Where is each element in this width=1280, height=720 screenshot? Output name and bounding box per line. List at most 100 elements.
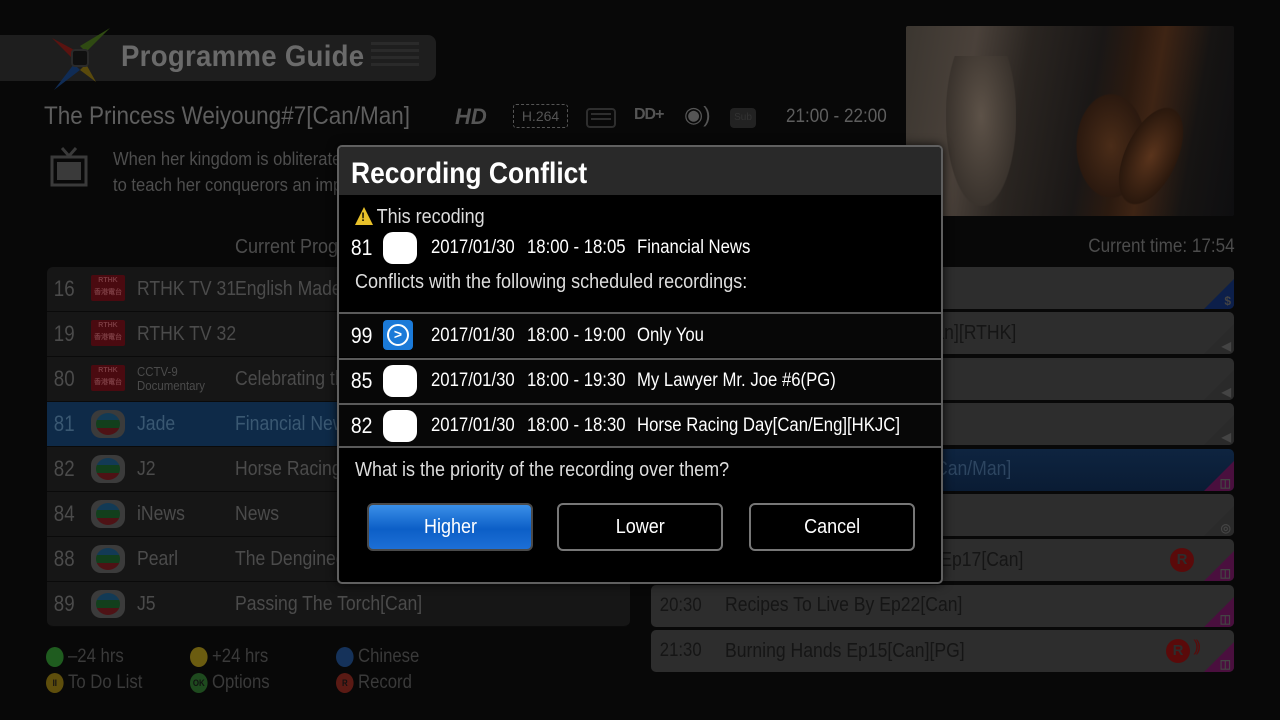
current-time-label: Current time: <box>1088 236 1188 257</box>
hd-badge: HD <box>455 104 487 129</box>
channel-logo <box>91 500 125 528</box>
app-title: Programme Guide <box>121 40 365 73</box>
series-record-icon: R <box>1166 639 1190 664</box>
conflict-row: 99 >2017/01/30 18:00 - 19:00 Only You <box>339 312 941 357</box>
legend-label: To Do List <box>68 672 143 693</box>
rthk-logo-icon: RTHK 香港電台 <box>91 320 125 346</box>
recording-title: Only You <box>637 324 704 346</box>
recording-date: 2017/01/30 <box>431 236 515 258</box>
tvb-logo-icon <box>383 409 417 442</box>
app-logo-icon <box>52 28 110 90</box>
channel-99-logo-icon: > <box>383 319 413 350</box>
this-recording-row: 81 2017/01/30 18:00 - 18:05 Financial Ne… <box>339 225 927 270</box>
higher-button[interactable]: Higher <box>367 503 533 551</box>
channel-number: 82 <box>350 412 373 438</box>
legend-chinese: Chinese <box>336 646 419 668</box>
tvb-logo-icon <box>383 365 417 397</box>
legend-label: Options <box>212 672 270 693</box>
channel-logo: RTHK 香港電台 <box>91 365 125 393</box>
channel-logo <box>383 365 417 397</box>
record-key-icon: R <box>336 673 354 693</box>
channel-number: 80 <box>53 366 75 391</box>
tvb-logo-icon <box>91 455 125 483</box>
channel-current-programme: News <box>235 502 280 525</box>
higher-button-label: Higher <box>423 516 477 538</box>
megaphone-icon: ◀ <box>1221 430 1231 445</box>
dolby-badge: DD+ <box>634 106 664 123</box>
conflicts-label: Conflicts with the following scheduled r… <box>355 271 748 293</box>
legend-label: –24 hrs <box>68 646 124 667</box>
programme-title: The Princess Weiyoung#7[Can/Man] <box>44 102 411 130</box>
channel-name: J2 <box>137 457 156 480</box>
recording-time: 18:00 - 18:30 <box>527 414 626 436</box>
legend-label: +24 hrs <box>212 646 269 667</box>
megaphone-icon: ◀ <box>1221 339 1231 354</box>
tv-icon: ◫ <box>1219 566 1231 581</box>
schedule-time: 20:30 <box>659 594 702 616</box>
rthk-logo-icon: RTHK 香港電台 <box>91 275 125 301</box>
channel-logo: RTHK 香港電台 <box>91 320 125 348</box>
record-icon: R <box>1170 548 1194 573</box>
channel-name: iNews <box>137 502 185 525</box>
channel-logo <box>91 545 125 573</box>
recording-title: Financial News <box>637 236 751 258</box>
legend-minus-24-hrs: –24 hrs <box>46 646 124 668</box>
tv-icon: ◫ <box>1219 611 1231 626</box>
cancel-button-label: Cancel <box>803 516 861 538</box>
cancel-button[interactable]: Cancel <box>749 503 915 551</box>
current-time-value: 17:54 <box>1192 236 1235 257</box>
channel-number: 88 <box>53 546 75 571</box>
channel-name: Pearl <box>137 547 179 570</box>
schedule-row[interactable]: 20:30 Recipes To Live By Ep22[Can] ◫ <box>651 584 1234 627</box>
channel-logo <box>383 409 417 442</box>
globe-icon: ◎ <box>1220 520 1231 535</box>
menu-icon[interactable] <box>371 42 419 74</box>
lower-button-label: Lower <box>615 516 665 538</box>
recording-time: 18:00 - 19:00 <box>527 324 626 346</box>
programme-time-range: 21:00 - 22:00 <box>786 106 887 127</box>
color-key-legend: –24 hrs +24 hrs Chinese II To Do List OK Optio… <box>46 646 466 700</box>
legend-record: R Record <box>336 672 412 694</box>
legend-label: Chinese <box>358 646 420 667</box>
recording-time: 18:00 - 18:05 <box>527 236 626 258</box>
channel-number: 99 <box>350 322 373 348</box>
legend-label: Record <box>358 672 412 693</box>
schedule-time: 21:30 <box>659 640 702 662</box>
chinese-key-icon <box>336 647 354 667</box>
schedule-title: Recipes To Live By Ep22[Can] <box>725 594 963 617</box>
channel-number: 85 <box>350 368 373 393</box>
subtitle-badge: Sub <box>730 108 756 128</box>
tv-icon: ◫ <box>1219 657 1231 672</box>
channel-number: 89 <box>53 591 75 616</box>
recording-date: 2017/01/30 <box>431 414 515 436</box>
channel-logo: RTHK 香港電台 <box>91 275 125 303</box>
series-waves-icon: )) <box>1193 638 1200 656</box>
channel-logo <box>91 410 125 438</box>
video-preview <box>906 26 1234 216</box>
tvb-logo-icon <box>91 500 125 528</box>
legend-plus-24-hrs: +24 hrs <box>190 646 268 668</box>
channel-number: 81 <box>350 234 373 260</box>
recording-time: 18:00 - 19:30 <box>527 370 626 391</box>
plus-24-hrs-key-icon <box>190 647 208 667</box>
channel-row[interactable]: 89 J5 Passing The Torch[Can] <box>47 582 630 627</box>
channel-logo <box>91 455 125 483</box>
channel-current-programme: Passing The Torch[Can] <box>235 592 423 615</box>
tvb-logo-icon <box>91 545 125 573</box>
schedule-row[interactable]: 21:30 Burning Hands Ep15[Can][PG] R)) ◫ <box>651 630 1234 673</box>
conflict-row: 85 2017/01/30 18:00 - 19:30 My Lawyer Mr. J… <box>339 357 941 403</box>
rthk-logo-icon: RTHK 香港電台 <box>91 365 125 391</box>
warning-icon <box>355 207 373 225</box>
to-do-list-key-icon: II <box>46 673 64 693</box>
codec-badge: H.264 <box>513 104 568 128</box>
recording-title: Horse Racing Day[Can/Eng][HKJC] <box>637 414 900 436</box>
priority-question: What is the priority of the recording ov… <box>355 459 730 481</box>
dialog-header: Recording Conflict <box>339 147 941 195</box>
tvb-logo-icon <box>91 410 125 438</box>
conflict-row: 82 2017/01/30 18:00 - 18:30 Horse Racing Da… <box>339 403 941 448</box>
dialog-title: Recording Conflict <box>351 157 588 190</box>
channel-name: RTHK TV 31 <box>137 277 237 300</box>
channel-number: 16 <box>53 276 75 301</box>
lower-button[interactable]: Lower <box>557 503 723 551</box>
channel-name: J5 <box>137 592 156 615</box>
